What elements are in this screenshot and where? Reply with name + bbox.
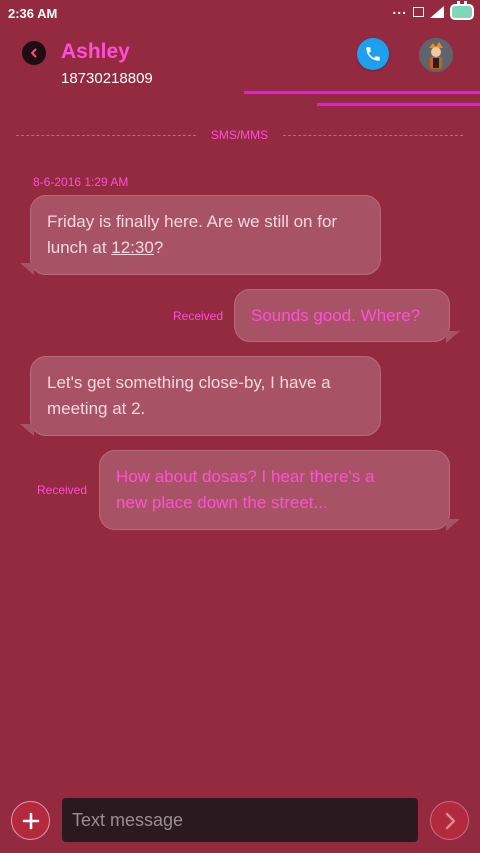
contact-avatar[interactable] bbox=[419, 38, 453, 72]
phone-icon bbox=[366, 47, 380, 61]
status-bar: 2:36 AM ... bbox=[0, 0, 480, 28]
bubble-tail bbox=[20, 424, 34, 436]
outgoing-message-bubble[interactable]: How about dosas? I hear there's a new pl… bbox=[99, 450, 450, 530]
message-timestamp: 8-6-2016 1:29 AM bbox=[33, 175, 129, 189]
message-line: lunch at 12:30? bbox=[47, 235, 364, 261]
neon-accent-line bbox=[244, 91, 480, 94]
battery-icon bbox=[450, 1, 474, 20]
conversation-screen: 2:36 AM ... Ashley 18730218809 SMS/MMS 8… bbox=[0, 0, 480, 853]
status-icons: ... bbox=[392, 1, 474, 20]
bubble-tail bbox=[446, 331, 460, 343]
bubble-tail bbox=[446, 519, 460, 531]
contact-number: 18730218809 bbox=[61, 70, 153, 87]
message-line: How about dosas? I hear there's a bbox=[116, 467, 375, 486]
time-link[interactable]: 12:30 bbox=[111, 238, 154, 257]
divider-line bbox=[16, 135, 196, 136]
message-line: Let's get something close-by, I have a bbox=[47, 373, 331, 392]
incoming-message-bubble[interactable]: Let's get something close-by, I have a m… bbox=[30, 356, 381, 436]
signal-icon bbox=[430, 6, 444, 18]
status-time: 2:36 AM bbox=[8, 6, 58, 21]
message-line: meeting at 2. bbox=[47, 399, 146, 418]
add-attachment-button[interactable] bbox=[11, 801, 50, 840]
avatar-image bbox=[419, 38, 453, 72]
notification-dots: ... bbox=[392, 1, 407, 17]
delivery-status: Received bbox=[37, 483, 88, 497]
message-line-text: ? bbox=[153, 238, 164, 257]
outgoing-message-bubble[interactable]: Sounds good. Where? bbox=[234, 289, 450, 342]
message-input[interactable] bbox=[62, 798, 418, 842]
neon-accent-line bbox=[317, 103, 480, 106]
send-button[interactable] bbox=[430, 801, 469, 840]
message-line: new place down the street... bbox=[116, 493, 328, 512]
message-line-text: lunch at bbox=[47, 238, 112, 257]
message-line: Sounds good. Where? bbox=[251, 306, 421, 325]
contact-name: Ashley bbox=[61, 40, 130, 63]
back-button[interactable] bbox=[22, 41, 46, 65]
delivery-status: Received bbox=[173, 309, 224, 323]
chevron-right-icon bbox=[445, 812, 455, 829]
sim-icon bbox=[413, 7, 424, 17]
plus-icon bbox=[22, 812, 39, 829]
divider-line bbox=[283, 135, 463, 136]
channel-label: SMS/MMS bbox=[210, 128, 269, 142]
message-line: Friday is finally here. Are we still on … bbox=[47, 212, 338, 231]
call-button[interactable] bbox=[357, 38, 389, 70]
incoming-message-bubble[interactable]: Friday is finally here. Are we still on … bbox=[30, 195, 381, 275]
bubble-tail bbox=[20, 263, 34, 275]
chevron-left-icon bbox=[31, 48, 37, 58]
